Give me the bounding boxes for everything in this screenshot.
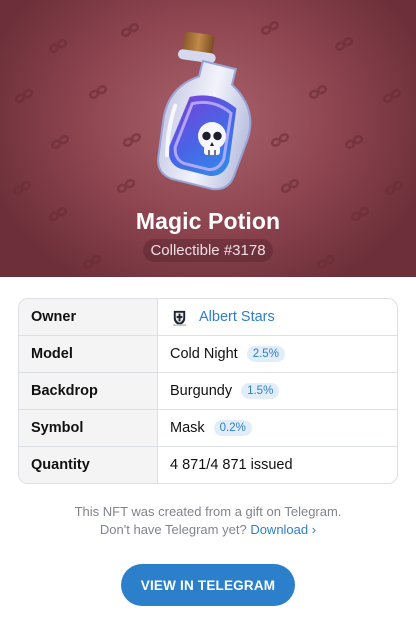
model-rarity-badge: 2.5% bbox=[246, 346, 285, 362]
download-link[interactable]: Download › bbox=[250, 522, 316, 537]
gift-title: Magic Potion bbox=[135, 208, 281, 234]
potion-icon bbox=[157, 31, 252, 191]
owner-row: Owner Albert Stars bbox=[19, 299, 397, 336]
symbol-label: Symbol bbox=[19, 410, 158, 446]
gift-hero: Magic Potion Collectible #3178 bbox=[0, 0, 416, 277]
symbol-rarity-badge: 0.2% bbox=[213, 420, 252, 436]
footer-line-2: Don't have Telegram yet? bbox=[99, 522, 247, 537]
model-value: Cold Night bbox=[170, 346, 238, 362]
nft-card: Magic Potion Collectible #3178 Owner Alb… bbox=[0, 0, 416, 634]
symbol-row: Symbol Mask 0.2% bbox=[19, 410, 397, 447]
quantity-label: Quantity bbox=[19, 447, 158, 483]
owner-link[interactable]: Albert Stars bbox=[199, 309, 275, 325]
owner-label: Owner bbox=[19, 299, 158, 335]
backdrop-row: Backdrop Burgundy 1.5% bbox=[19, 373, 397, 410]
footer-line-1: This NFT was created from a gift on Tele… bbox=[74, 504, 342, 519]
symbol-value: Mask bbox=[170, 420, 205, 436]
footer-note: This NFT was created from a gift on Tele… bbox=[0, 503, 416, 539]
model-row: Model Cold Night 2.5% bbox=[19, 336, 397, 373]
owner-avatar-icon[interactable] bbox=[170, 307, 189, 327]
details-table: Owner Albert Stars Model Cold Night 2.5% bbox=[18, 298, 398, 484]
owner-value: Albert Stars bbox=[158, 299, 397, 335]
backdrop-rarity-badge: 1.5% bbox=[241, 383, 280, 399]
view-in-telegram-button[interactable]: VIEW IN TELEGRAM bbox=[121, 564, 295, 606]
model-label: Model bbox=[19, 336, 158, 372]
backdrop-label: Backdrop bbox=[19, 373, 158, 409]
quantity-value: 4 871/4 871 issued bbox=[170, 457, 293, 473]
backdrop-value: Burgundy bbox=[170, 383, 233, 399]
quantity-row: Quantity 4 871/4 871 issued bbox=[19, 447, 397, 483]
collectible-number: Collectible #3178 bbox=[143, 239, 273, 262]
